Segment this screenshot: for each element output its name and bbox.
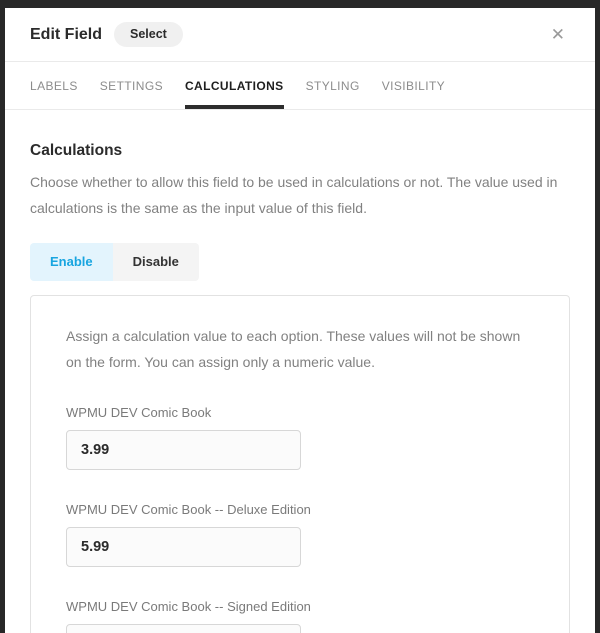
calculations-toggle: Enable Disable <box>30 243 199 281</box>
tab-visibility[interactable]: VISIBILITY <box>382 62 445 109</box>
calculation-values-panel: Assign a calculation value to each optio… <box>30 295 570 633</box>
option-group: WPMU DEV Comic Book <box>66 405 534 470</box>
field-type-badge: Select <box>114 22 183 47</box>
panel-description: Assign a calculation value to each optio… <box>66 323 534 375</box>
calculation-value-input[interactable] <box>66 430 301 470</box>
tab-styling[interactable]: STYLING <box>306 62 360 109</box>
calculation-value-input[interactable] <box>66 527 301 567</box>
option-group: WPMU DEV Comic Book -- Deluxe Edition <box>66 502 534 567</box>
option-label: WPMU DEV Comic Book -- Deluxe Edition <box>66 502 534 517</box>
section-description: Choose whether to allow this field to be… <box>30 169 570 221</box>
tab-content: Calculations Choose whether to allow thi… <box>5 142 595 633</box>
option-label: WPMU DEV Comic Book -- Signed Edition <box>66 599 534 614</box>
enable-button[interactable]: Enable <box>30 243 113 281</box>
tab-calculations[interactable]: CALCULATIONS <box>185 62 284 109</box>
edit-field-modal: Edit Field Select ✕ LABELS SETTINGS CALC… <box>5 8 595 633</box>
option-group: WPMU DEV Comic Book -- Signed Edition <box>66 599 534 633</box>
disable-button[interactable]: Disable <box>113 243 199 281</box>
close-icon[interactable]: ✕ <box>549 24 567 45</box>
option-label: WPMU DEV Comic Book <box>66 405 534 420</box>
section-heading: Calculations <box>30 142 570 160</box>
calculation-value-input[interactable] <box>66 624 301 633</box>
modal-header: Edit Field Select ✕ <box>5 8 595 62</box>
tab-labels[interactable]: LABELS <box>30 62 78 109</box>
tab-bar: LABELS SETTINGS CALCULATIONS STYLING VIS… <box>5 62 595 110</box>
tab-settings[interactable]: SETTINGS <box>100 62 163 109</box>
modal-title: Edit Field <box>30 26 102 44</box>
